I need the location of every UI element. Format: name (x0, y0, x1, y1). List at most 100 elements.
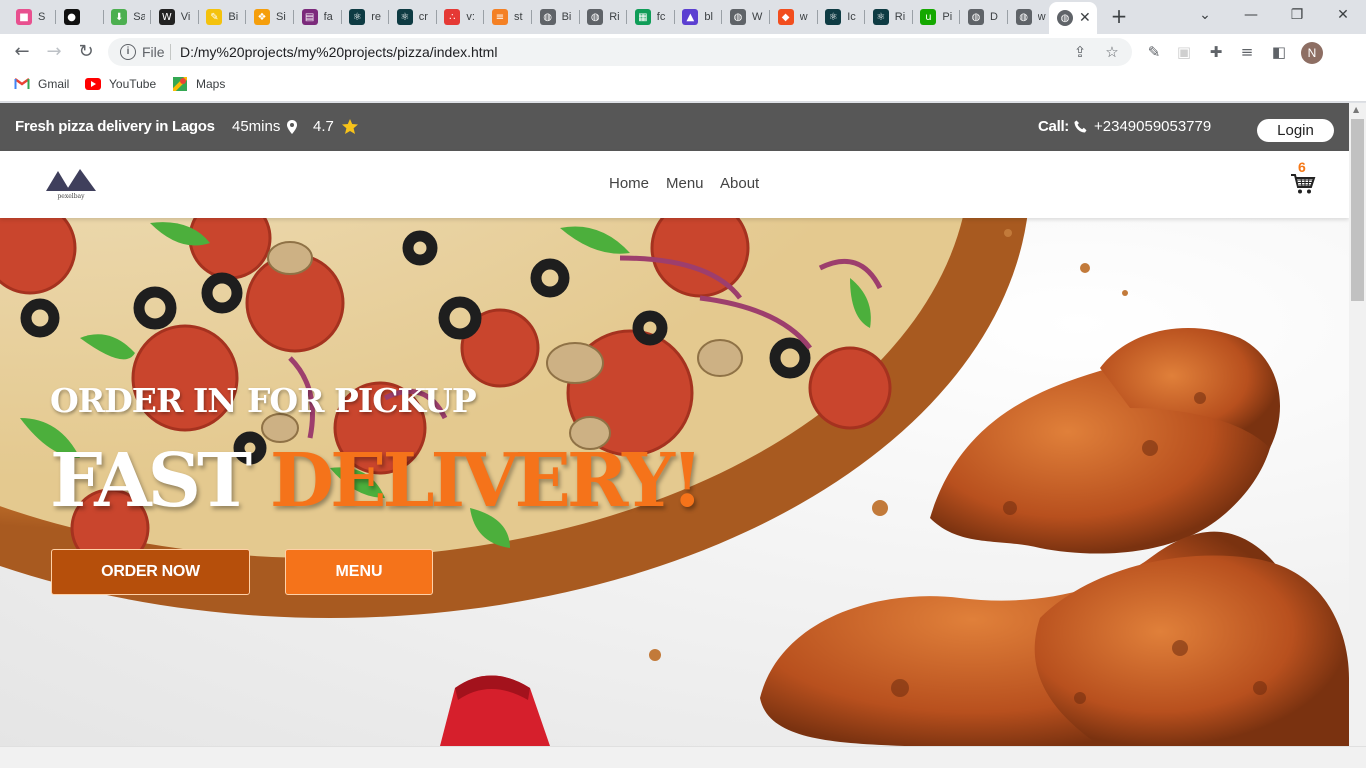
browser-tab[interactable]: ▲ bl (674, 4, 723, 30)
scrollbar-thumb[interactable] (1351, 119, 1364, 301)
address-bar[interactable]: i File D:/my%20projects/my%20projects/pi… (108, 38, 1132, 66)
nav-link-home[interactable]: Home (609, 175, 649, 192)
phone-number: +2349059053779 (1094, 118, 1212, 135)
browser-tab[interactable]: W Vi (151, 4, 199, 30)
top-info-bar: Fresh pizza delivery in Lagos 45mins 4.7… (0, 103, 1349, 151)
browser-tab-active[interactable]: ◍ ✕ (1049, 2, 1097, 34)
youtube-icon (85, 77, 101, 91)
nav-link-about[interactable]: About (720, 175, 759, 192)
new-tab-button[interactable]: + (1108, 6, 1130, 28)
browser-tab[interactable]: ▦ fc (627, 4, 675, 30)
browser-tab[interactable]: ⚛ Ic (817, 4, 866, 30)
maximize-button[interactable]: ❐ (1282, 4, 1312, 26)
tab-title: Bi (561, 11, 572, 23)
browser-tab[interactable]: ◍ Ri (579, 4, 628, 30)
browser-tab[interactable]: ❖ Si (246, 4, 294, 30)
profile-avatar[interactable]: N (1301, 42, 1323, 64)
tab-title: v: (466, 11, 475, 23)
browser-tab[interactable]: ⚛ cr (389, 4, 437, 30)
extension-icon[interactable]: ▣ (1174, 42, 1194, 62)
browser-tab[interactable]: ∴ v: (436, 4, 485, 30)
star-icon (341, 119, 358, 134)
menu-button[interactable]: MENU (285, 549, 433, 595)
pencil-icon: ✎ (206, 9, 223, 25)
download-icon: ⬇ (111, 9, 128, 25)
nav-link-menu[interactable]: Menu (666, 175, 704, 192)
reload-icon[interactable]: ↻ (74, 40, 98, 64)
logo-text: pexelbay (57, 193, 85, 200)
site-logo[interactable]: pexelbay (46, 169, 96, 205)
tab-title: re (371, 11, 381, 23)
media-controls-icon[interactable]: ≡ (1237, 42, 1257, 62)
close-window-button[interactable]: ✕ (1328, 4, 1358, 26)
bookmark-youtube[interactable]: YouTube (85, 77, 156, 91)
tab-title: Si (276, 11, 286, 23)
tab-title: Pi (942, 11, 953, 23)
extensions-puzzle-icon[interactable]: ✚ (1206, 42, 1226, 62)
browser-tab[interactable]: ⚛ Ri (865, 4, 913, 30)
shopping-cart-icon[interactable] (1290, 173, 1316, 195)
webflow-icon: W (158, 9, 175, 25)
browser-tab[interactable]: ◍ D (960, 4, 1008, 30)
tab-title: Bi (228, 11, 239, 23)
react-icon: ⚛ (825, 9, 842, 25)
order-now-button[interactable]: ORDER NOW (51, 549, 250, 595)
location-pin-icon (287, 119, 298, 134)
tab-search-icon[interactable]: ⌄ (1190, 4, 1220, 26)
browser-tab[interactable]: ■ S (8, 4, 56, 30)
forward-icon[interactable]: → (42, 40, 66, 64)
tab-title: Vi (180, 11, 191, 23)
pink-square-icon: ■ (16, 9, 32, 25)
tab-title: Sa (133, 11, 146, 23)
bookmark-star-icon[interactable]: ☆ (1102, 42, 1122, 62)
scroll-up-arrow-icon[interactable]: ▲ (1353, 105, 1359, 114)
tab-title: Ic (847, 11, 856, 23)
back-icon[interactable]: ← (10, 40, 34, 64)
bookmark-gmail[interactable]: Gmail (14, 77, 69, 91)
arc-icon: ▲ (682, 9, 699, 25)
browser-tab[interactable]: ▤ fa (294, 4, 342, 30)
browser-tab[interactable]: ◆ w (770, 4, 818, 30)
tab-title: Ri (894, 11, 906, 23)
browser-tab[interactable]: ◍ Bi (532, 4, 580, 30)
globe-icon: ◍ (587, 9, 604, 25)
page-scrollbar[interactable]: ▲ (1349, 103, 1366, 746)
login-button[interactable]: Login (1257, 119, 1334, 142)
hero-title: FAST DELIVERY! (50, 438, 704, 524)
upwork-icon: u (920, 9, 937, 25)
hero-banner: ORDER IN FOR PICKUP FAST DELIVERY! ORDER… (0, 218, 1349, 746)
browser-tab[interactable]: ⬇ Sa (103, 4, 152, 30)
close-tab-icon[interactable]: ✕ (1079, 10, 1091, 26)
tab-title: S (38, 11, 46, 23)
browser-tab[interactable]: ✎ Bi (198, 4, 247, 30)
tab-title: D (990, 11, 998, 23)
react-native-icon: ⚛ (349, 9, 366, 25)
form-icon: ▤ (301, 9, 318, 25)
delivery-tagline: Fresh pizza delivery in Lagos (15, 118, 215, 135)
bookmark-maps[interactable]: Maps (172, 77, 225, 91)
browser-tab[interactable]: ≡ st (484, 4, 532, 30)
minimize-button[interactable]: — (1236, 4, 1266, 26)
share-icon[interactable]: ⇪ (1070, 42, 1090, 62)
side-panel-icon[interactable]: ◧ (1269, 42, 1289, 62)
globe-icon: ◍ (1057, 10, 1073, 26)
tab-title: st (514, 11, 523, 23)
delivery-time-text: 45mins (232, 118, 281, 135)
browser-tab[interactable]: ◍ W (722, 4, 770, 30)
tab-title: w (799, 11, 808, 23)
hero-title-word-delivery: DELIVERY! (269, 438, 704, 524)
bookmarks-bar: Gmail YouTube Maps (0, 70, 1366, 102)
eyedropper-extension-icon[interactable]: ✎ (1144, 42, 1164, 62)
browser-tab[interactable]: ● (56, 4, 104, 30)
url-text[interactable]: D:/my%20projects/my%20projects/pizza/ind… (180, 44, 497, 60)
browser-tab[interactable]: ⚛ re (341, 4, 390, 30)
react-icon: ⚛ (396, 9, 413, 25)
gmail-icon (14, 77, 30, 91)
delivery-time: 45mins (232, 118, 298, 135)
figma-icon: ◆ (777, 9, 794, 25)
info-icon[interactable]: i (120, 44, 136, 60)
github-icon: ● (63, 9, 80, 25)
tab-title: bl (704, 11, 713, 23)
browser-tab[interactable]: u Pi (912, 4, 961, 30)
phone-contact[interactable]: +2349059053779 (1074, 118, 1211, 135)
